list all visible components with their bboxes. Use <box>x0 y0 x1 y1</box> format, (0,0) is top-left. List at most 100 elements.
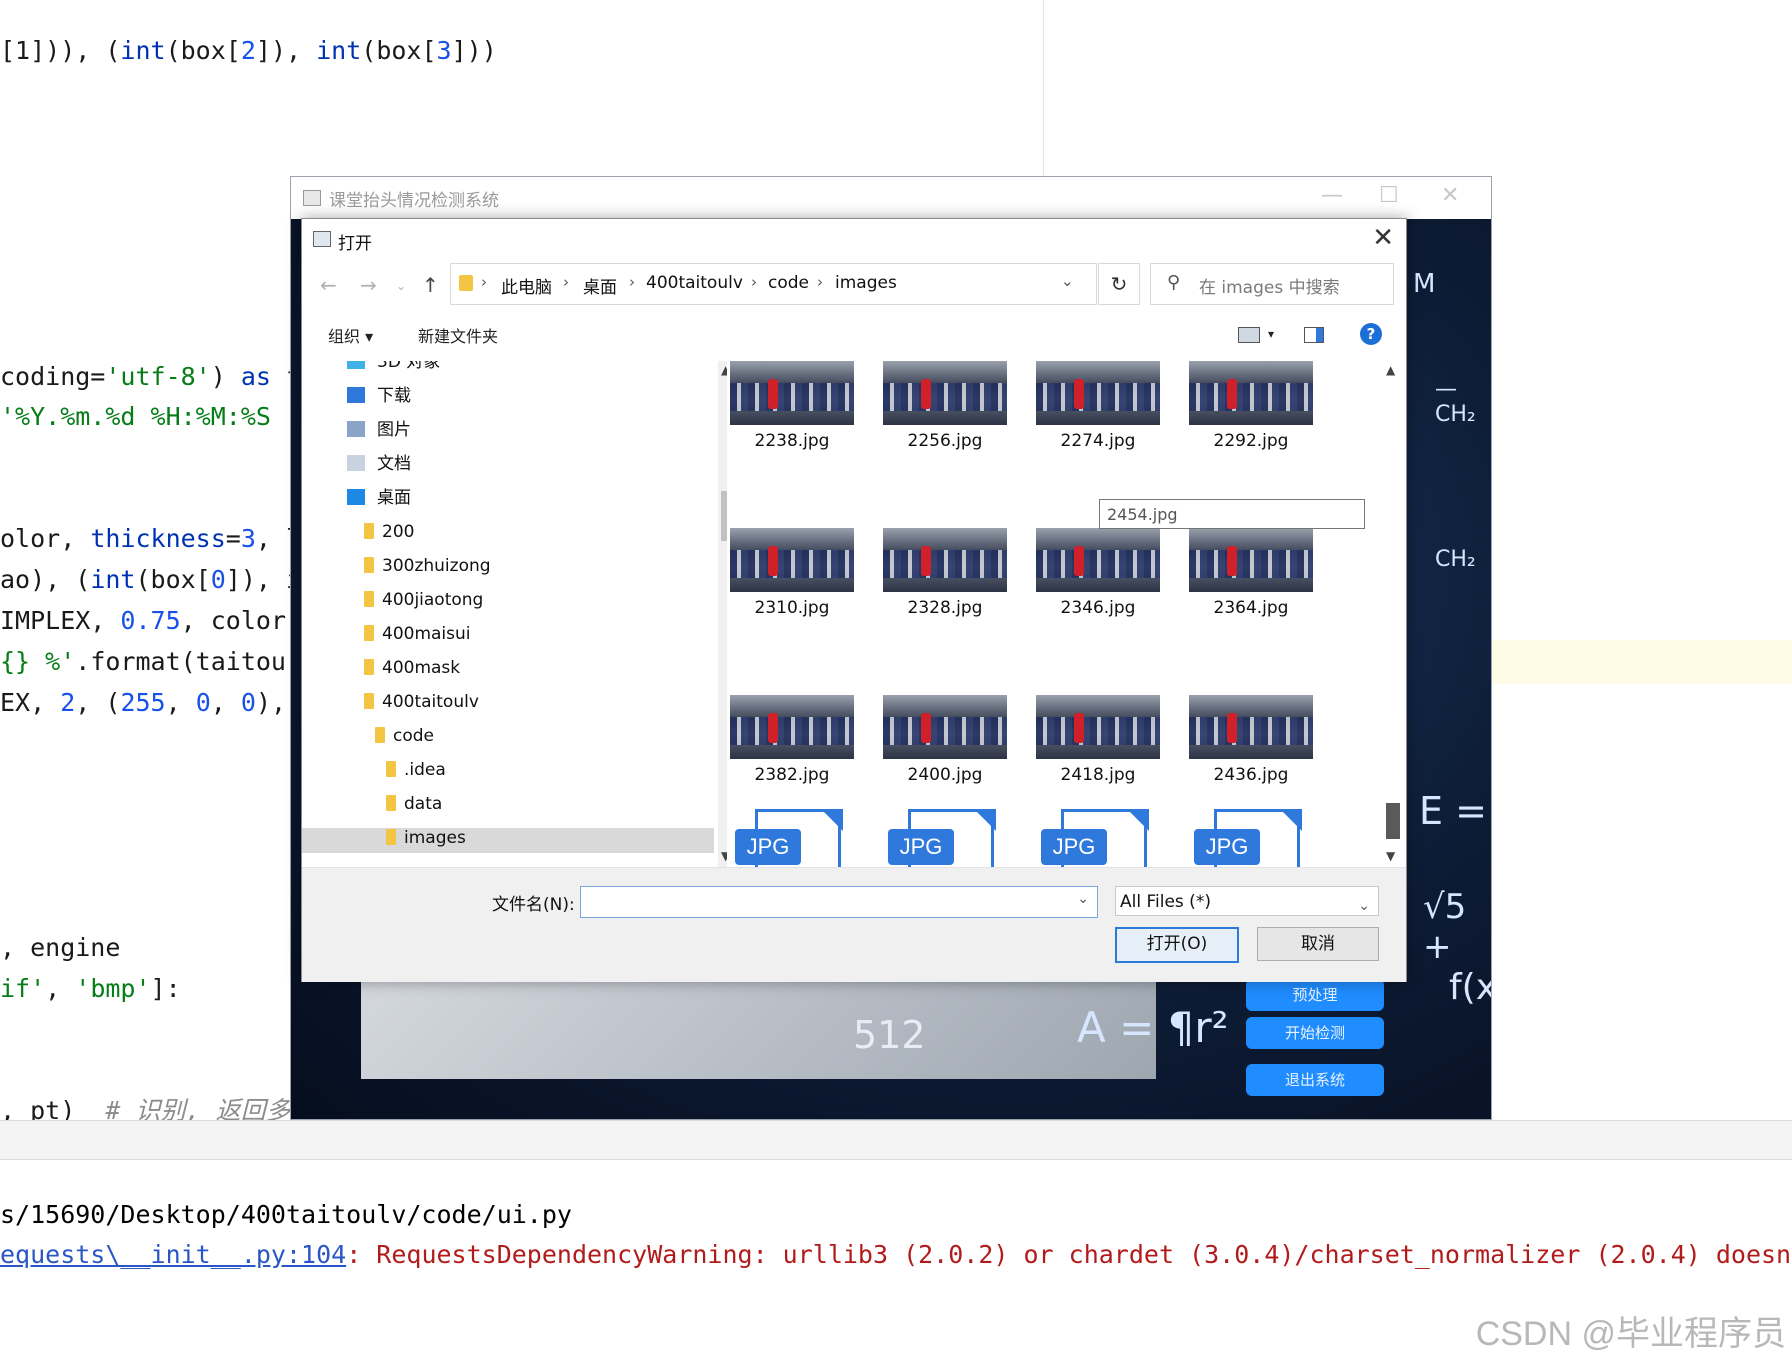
file-item[interactable]: 2346.jpg <box>1033 528 1163 648</box>
console-warning-link[interactable]: equests\__init__.py:104 <box>0 1240 346 1269</box>
watermark: CSDN @毕业程序员 <box>1475 1315 1786 1353</box>
jpg-file-icon[interactable]: JPG <box>1041 809 1151 867</box>
file-name: 2400.jpg <box>907 765 983 785</box>
dialog-close-icon[interactable]: ✕ <box>1372 223 1394 253</box>
code-line: coding='utf-8') as f <box>0 362 301 392</box>
file-item[interactable]: 2274.jpg <box>1033 361 1163 481</box>
jpg-file-icon[interactable]: JPG <box>888 809 998 867</box>
code-token: , <box>165 688 196 717</box>
chevron-down-icon[interactable]: ⌄ <box>1077 891 1089 907</box>
code-token: 0 <box>240 688 256 717</box>
navigation-tree[interactable]: 3D 对象 下载 图片 文档 桌面 200 300zhuizong 400jiaotong 40… <box>302 361 714 853</box>
search-input[interactable]: 在 images 中搜索 <box>1199 273 1340 298</box>
start-detect-button[interactable]: 开始检测 <box>1246 1017 1384 1049</box>
image-thumbnail <box>883 695 1007 759</box>
editor-current-line <box>1490 640 1792 684</box>
code-line: {} %'.format(taitou <box>0 647 286 677</box>
new-folder-button[interactable]: 新建文件夹 <box>418 323 498 347</box>
math-decoration: —CH₂ <box>1435 377 1476 427</box>
jpg-tag: JPG <box>1194 829 1260 865</box>
close-icon[interactable]: ✕ <box>1441 183 1459 208</box>
file-item[interactable]: 2256.jpg <box>880 361 1010 481</box>
file-item[interactable]: 2382.jpg <box>727 695 857 815</box>
tree-item-label: code <box>393 726 434 746</box>
image-thumbnail <box>730 695 854 759</box>
filetype-select[interactable]: All Files (*) ⌄ <box>1115 886 1379 916</box>
search-box[interactable]: ⚲ 在 images 中搜索 <box>1150 263 1394 305</box>
breadcrumb-this-pc[interactable]: 此电脑 <box>501 273 552 298</box>
breadcrumb-separator-icon: › <box>481 273 487 291</box>
tree-item-label: data <box>404 794 443 814</box>
folder-icon <box>386 761 396 777</box>
breadcrumb-code[interactable]: code <box>768 273 809 293</box>
file-list-scrollbar[interactable]: ▲ ▼ <box>1383 361 1403 867</box>
tree-item-label: 3D 对象 <box>377 361 441 372</box>
refresh-icon[interactable]: ↻ <box>1098 263 1140 305</box>
preprocess-button[interactable]: 预处理 <box>1246 979 1384 1011</box>
dialog-title: 打开 <box>338 234 372 254</box>
view-dropdown-icon[interactable]: ▾ <box>1268 327 1274 341</box>
math-decoration: A = ¶r² <box>1077 1003 1229 1052</box>
image-thumbnail <box>1189 528 1313 592</box>
open-button[interactable]: 打开(O) <box>1115 927 1239 963</box>
code-token: 255 <box>120 688 166 717</box>
organize-button[interactable]: 组织 ▾ <box>328 323 373 347</box>
filename-input[interactable]: ⌄ <box>580 886 1098 918</box>
tree-selection-highlight <box>302 828 714 853</box>
code-token: if' <box>0 974 46 1003</box>
file-item[interactable]: 2436.jpg <box>1186 695 1316 815</box>
code-token: 2 <box>240 36 256 65</box>
code-token: thickness <box>90 524 226 553</box>
file-item[interactable]: 2292.jpg <box>1186 361 1316 481</box>
address-bar[interactable]: › 此电脑 › 桌面 › 400taitoulv › code › images… <box>450 263 1097 305</box>
file-list[interactable]: 2238.jpg 2256.jpg 2274.jpg 2292.jpg 2310.jpg… <box>727 361 1387 867</box>
folder-icon <box>364 659 374 675</box>
console-header <box>0 1120 1792 1160</box>
preview-pane-icon[interactable] <box>1304 327 1324 343</box>
folder-icon <box>364 625 374 641</box>
cancel-button[interactable]: 取消 <box>1257 927 1379 961</box>
breadcrumb-images[interactable]: images <box>835 273 897 293</box>
jpg-file-icon[interactable]: JPG <box>735 809 845 867</box>
chevron-down-icon[interactable]: ⌄ <box>1061 272 1074 290</box>
folder-icon <box>364 693 374 709</box>
file-item[interactable]: 2400.jpg <box>880 695 1010 815</box>
file-name: 2364.jpg <box>1213 598 1289 618</box>
file-item[interactable]: 2310.jpg <box>727 528 857 648</box>
forward-arrow-icon[interactable]: → <box>360 273 377 297</box>
breadcrumb-project[interactable]: 400taitoulv <box>646 273 743 293</box>
up-arrow-icon[interactable]: ↑ <box>422 273 439 297</box>
console-path-line: s/15690/Desktop/400taitoulv/code/ui.py <box>0 1200 572 1229</box>
code-token: , <box>45 974 76 1003</box>
code-token: , ( <box>75 688 121 717</box>
breadcrumb-desktop[interactable]: 桌面 <box>583 273 617 298</box>
code-token: int <box>120 36 166 65</box>
code-token: ), <box>255 688 287 717</box>
maximize-icon[interactable]: ☐ <box>1379 183 1399 208</box>
tree-item-label: 300zhuizong <box>382 556 491 576</box>
tree-item-label: 桌面 <box>377 488 411 508</box>
file-item[interactable]: 2418.jpg <box>1033 695 1163 815</box>
recent-dropdown-icon[interactable]: ⌄ <box>396 279 406 293</box>
jpg-file-icon[interactable]: JPG <box>1194 809 1304 867</box>
image-thumbnail <box>730 528 854 592</box>
file-item[interactable]: 2328.jpg <box>880 528 1010 648</box>
folder-icon <box>364 591 374 607</box>
file-item[interactable]: 2364.jpg <box>1186 528 1316 648</box>
help-icon[interactable]: ? <box>1360 323 1382 345</box>
minimize-icon[interactable]: — <box>1321 183 1343 208</box>
scroll-up-icon[interactable]: ▲ <box>1386 363 1395 377</box>
file-list-scroll-thumb[interactable] <box>1386 803 1400 839</box>
scroll-down-icon[interactable]: ▼ <box>1386 849 1395 863</box>
page-corner-icon <box>1127 809 1149 831</box>
code-token: int <box>316 36 362 65</box>
math-decoration: √5 + <box>1423 887 1467 967</box>
code-token: 0 <box>195 688 211 717</box>
chevron-down-icon[interactable]: ⌄ <box>1358 891 1370 921</box>
tree-item-label: 200 <box>382 522 415 542</box>
back-arrow-icon[interactable]: ← <box>320 273 337 297</box>
exit-system-button[interactable]: 退出系统 <box>1246 1064 1384 1096</box>
change-view-icon[interactable] <box>1238 327 1260 343</box>
file-item[interactable]: 2238.jpg <box>727 361 857 481</box>
code-token: {} %' <box>0 647 76 676</box>
